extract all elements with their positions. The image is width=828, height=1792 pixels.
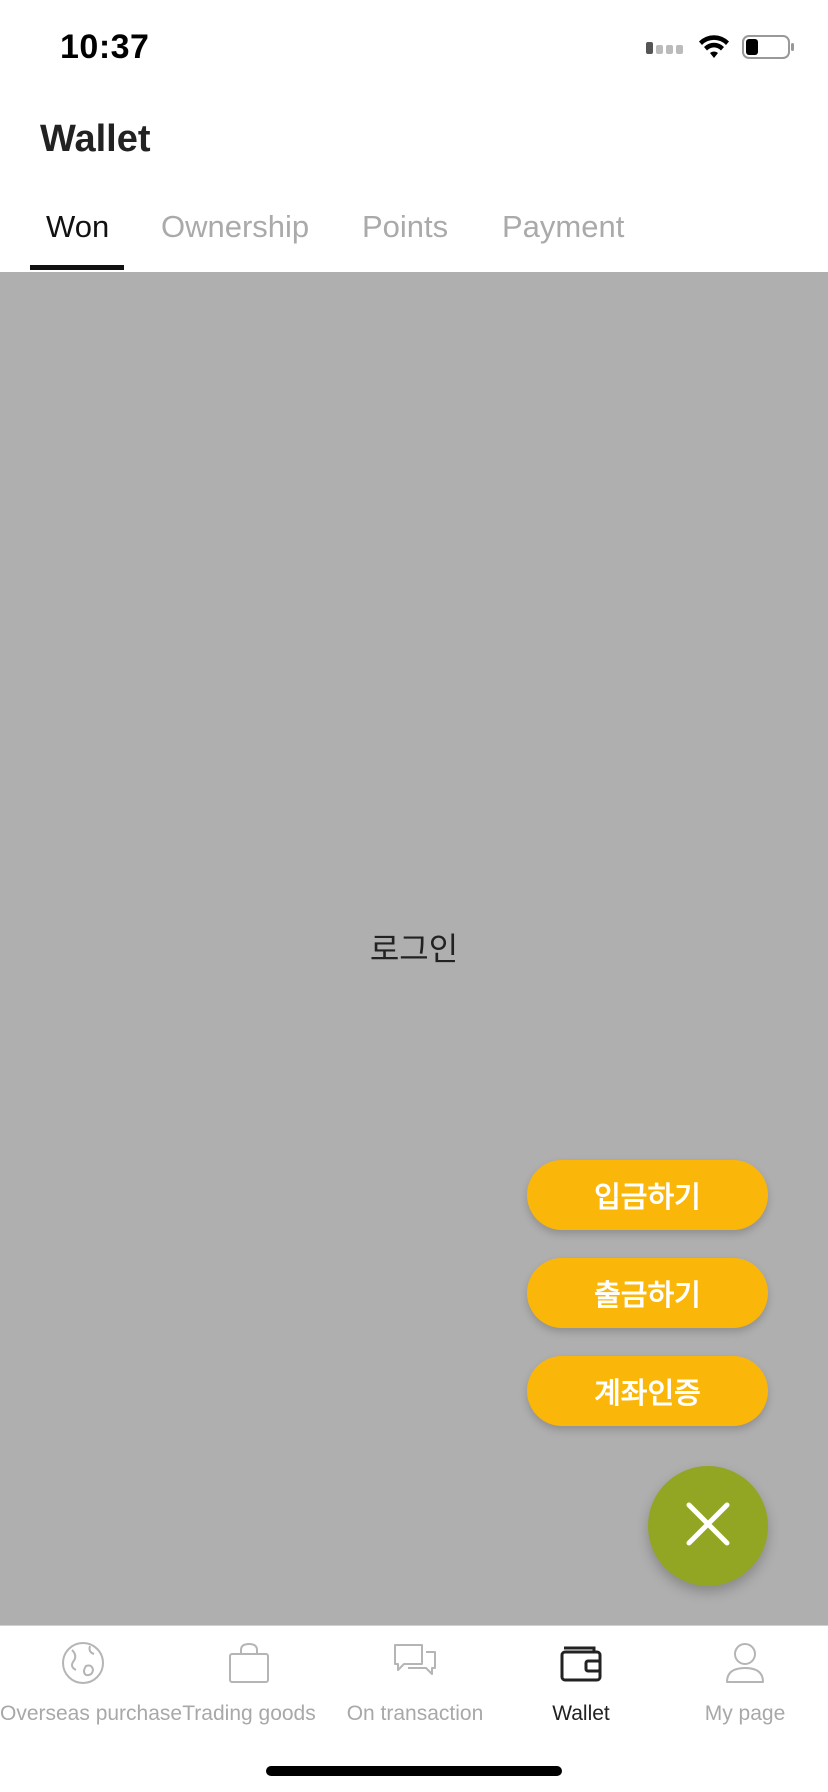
status-bar: 10:37 — [0, 0, 828, 96]
nav-wallet[interactable]: Wallet — [498, 1640, 664, 1740]
nav-label-my-page: My page — [704, 1702, 786, 1725]
verify-account-button[interactable]: 계좌인증 — [527, 1356, 768, 1426]
nav-label-overseas: Overseas purchase — [0, 1702, 183, 1725]
close-fab-button[interactable] — [648, 1466, 768, 1586]
wallet-tabs: Won Ownership Points Payment — [0, 195, 828, 273]
nav-on-transaction[interactable]: On transaction — [332, 1640, 498, 1740]
nav-overseas-purchase[interactable]: Overseas purchase — [0, 1640, 183, 1740]
tab-payment[interactable]: Payment — [502, 209, 624, 245]
login-label[interactable]: 로그인 — [0, 924, 828, 970]
wallet-icon — [498, 1640, 664, 1690]
chat-icon — [332, 1640, 498, 1690]
status-time: 10:37 — [60, 28, 150, 66]
home-indicator — [266, 1766, 562, 1776]
nav-label-wallet: Wallet — [552, 1702, 610, 1725]
wallet-screen: 10:37 Wallet Won Ownership Points Paymen… — [0, 0, 828, 1792]
shopping-bag-icon — [166, 1640, 332, 1690]
active-tab-indicator — [30, 265, 124, 270]
user-icon — [662, 1640, 828, 1690]
tab-ownership[interactable]: Ownership — [161, 209, 309, 245]
tab-points[interactable]: Points — [362, 209, 448, 245]
tab-won[interactable]: Won — [46, 209, 109, 245]
page-title: Wallet — [40, 118, 151, 160]
wifi-icon — [698, 34, 730, 65]
nav-label-trading: Trading goods — [182, 1702, 316, 1725]
dimmed-overlay[interactable]: 로그인 입금하기 출금하기 계좌인증 — [0, 272, 828, 1625]
nav-label-transaction: On transaction — [346, 1702, 484, 1725]
close-icon — [685, 1501, 731, 1552]
globe-icon — [0, 1640, 166, 1690]
signal-icon — [646, 39, 686, 60]
nav-my-page[interactable]: My page — [662, 1640, 828, 1740]
nav-trading-goods[interactable]: Trading goods — [166, 1640, 332, 1740]
status-icons — [646, 34, 796, 65]
deposit-button[interactable]: 입금하기 — [527, 1160, 768, 1230]
battery-icon — [742, 34, 796, 65]
withdraw-button[interactable]: 출금하기 — [527, 1258, 768, 1328]
